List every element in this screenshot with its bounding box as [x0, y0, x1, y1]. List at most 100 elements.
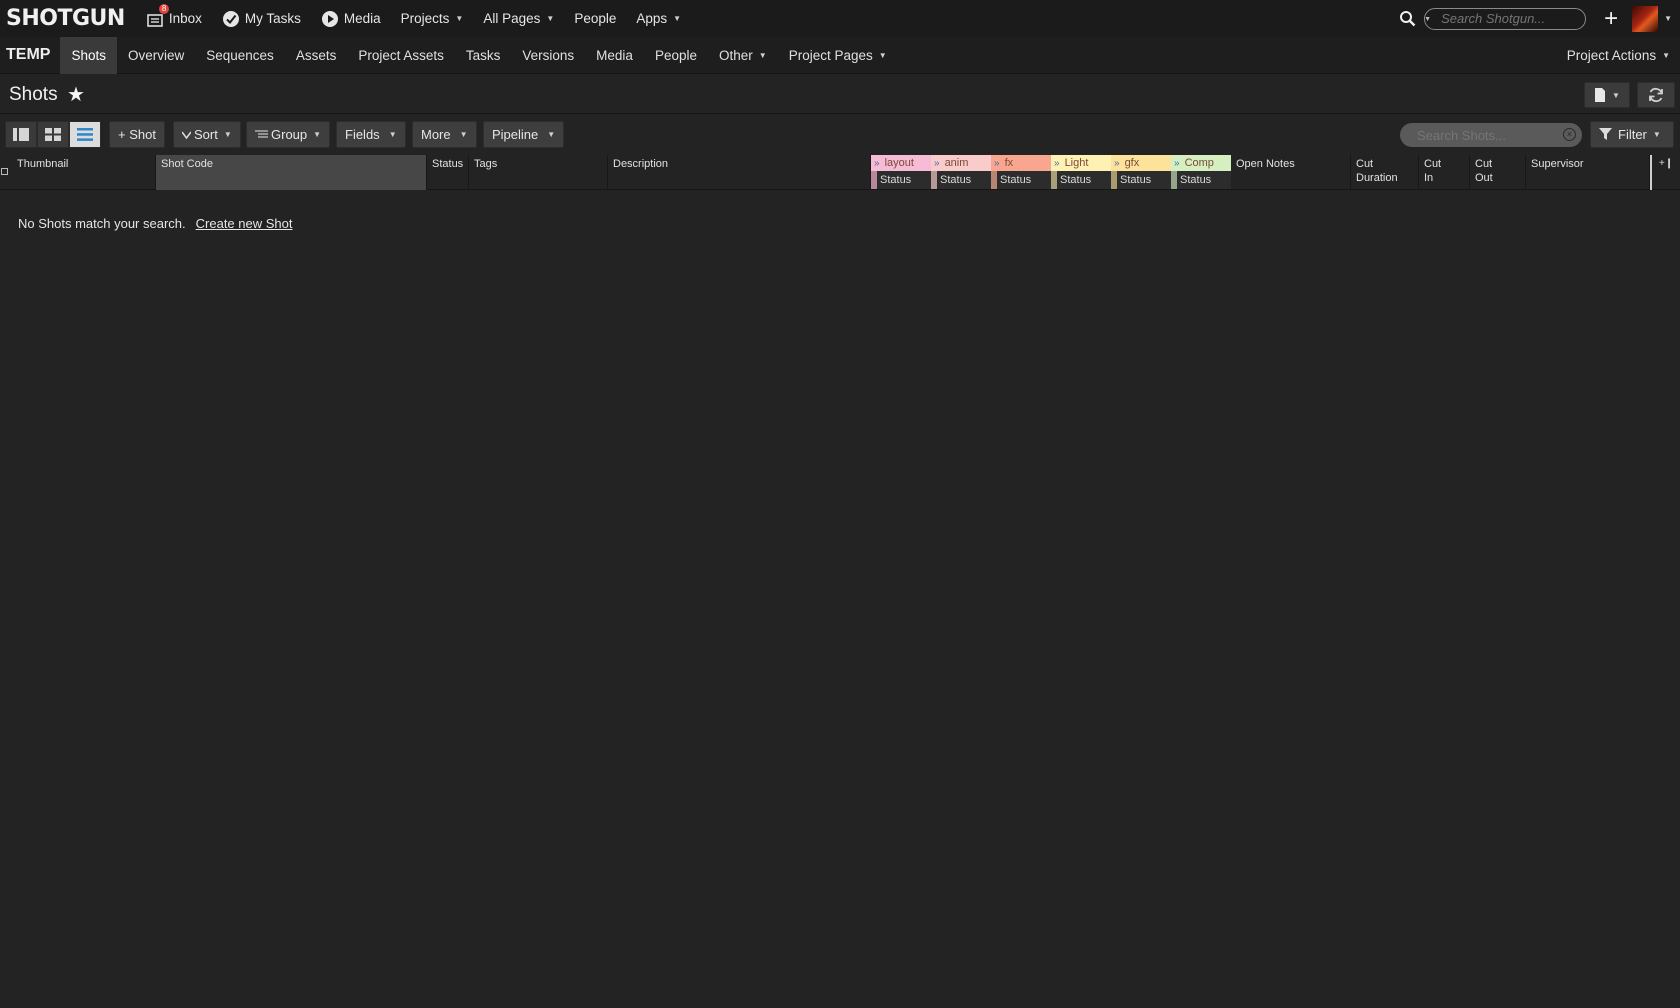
nav-people[interactable]: People [574, 11, 616, 26]
column-supervisor[interactable]: Supervisor [1526, 155, 1650, 190]
pipeline-step-fx[interactable]: » fx Status [991, 155, 1051, 190]
sort-icon [182, 130, 191, 140]
expand-chevron-icon[interactable]: » [874, 156, 880, 171]
expand-chevron-icon[interactable]: » [1054, 156, 1060, 171]
detail-view-button[interactable] [5, 121, 37, 148]
pipeline-step-layout[interactable]: » layout Status [871, 155, 931, 190]
add-shot-label: + Shot [118, 127, 156, 142]
pipeline-step-anim[interactable]: » anim Status [931, 155, 991, 190]
expand-chevron-icon[interactable]: » [1174, 156, 1180, 171]
favorite-star-icon[interactable]: ★ [67, 82, 85, 107]
shotgun-logo[interactable]: SHOTGUN [6, 6, 125, 31]
search-icon[interactable] [1399, 10, 1416, 27]
thumbnail-view-button[interactable] [37, 121, 69, 148]
tab-other[interactable]: Other ▼ [708, 37, 778, 74]
pipeline-button[interactable]: Pipeline ▼ [483, 121, 565, 148]
tab-shots[interactable]: Shots [60, 36, 117, 74]
fields-button[interactable]: Fields ▼ [336, 121, 406, 148]
step-fx-status: Status [991, 171, 1051, 189]
column-open-notes[interactable]: Open Notes [1231, 155, 1351, 190]
step-anim-label: anim [944, 156, 969, 169]
column-description[interactable]: Description [608, 155, 871, 190]
caret-down-icon: ▼ [1652, 130, 1661, 139]
project-actions-menu[interactable]: Project Actions ▼ [1567, 37, 1670, 74]
column-resize-handle[interactable] [1650, 155, 1652, 190]
tab-project-pages[interactable]: Project Pages ▼ [778, 37, 898, 74]
pipeline-step-light[interactable]: » Light Status [1051, 155, 1111, 190]
global-nav-right: ▼ + ▼ [1399, 0, 1680, 37]
more-label: More [421, 127, 451, 142]
search-shots-input[interactable] [1400, 123, 1582, 147]
page-title: Shots [9, 84, 58, 105]
filter-label: Filter [1618, 127, 1647, 142]
refresh-button[interactable] [1637, 82, 1675, 108]
view-mode-switcher [5, 121, 101, 148]
column-cut-out-line1: Cut [1475, 158, 1493, 170]
tab-overview[interactable]: Overview [117, 37, 195, 74]
add-shot-button[interactable]: + Shot [109, 121, 165, 148]
select-all-checkbox[interactable] [1, 168, 8, 175]
group-button[interactable]: Group ▼ [246, 121, 331, 148]
global-search-input[interactable] [1424, 7, 1587, 30]
detail-view-icon [13, 128, 29, 141]
nav-projects[interactable]: Projects ▼ [401, 11, 464, 26]
column-cut-duration-line1: Cut [1356, 158, 1374, 170]
more-button[interactable]: More ▼ [412, 121, 477, 148]
pipeline-step-comp[interactable]: » Comp Status [1171, 155, 1231, 190]
column-status[interactable]: Status [427, 155, 469, 190]
pipeline-step-gfx[interactable]: » gfx Status [1111, 155, 1171, 190]
tab-media-label: Media [596, 47, 633, 63]
nav-media[interactable]: Media [321, 10, 381, 28]
pipeline-label: Pipeline [492, 127, 539, 142]
project-name[interactable]: TEMP [6, 46, 50, 64]
column-cut-in-line2: In [1424, 172, 1434, 184]
fields-label: Fields [345, 127, 380, 142]
step-layout-header: » layout [871, 155, 931, 171]
step-light-label: Light [1064, 156, 1089, 169]
column-shot-code[interactable]: Shot Code [156, 155, 427, 190]
step-anim-status: Status [931, 171, 991, 189]
nav-inbox-label: Inbox [168, 11, 202, 26]
inbox-badge: 8 [158, 4, 170, 14]
tab-media[interactable]: Media [585, 37, 644, 74]
caret-down-icon: ▼ [455, 14, 464, 23]
column-cut-duration[interactable]: Cut Duration [1351, 155, 1419, 190]
nav-projects-label: Projects [400, 11, 450, 26]
list-view-button[interactable] [69, 121, 101, 148]
group-icon [255, 129, 268, 140]
add-icon[interactable]: + [1604, 6, 1618, 31]
tab-sequences[interactable]: Sequences [195, 37, 285, 74]
tab-versions[interactable]: Versions [511, 37, 585, 74]
nav-apps[interactable]: Apps ▼ [636, 11, 681, 26]
nav-inbox[interactable]: 8 Inbox [147, 4, 202, 27]
tab-people[interactable]: People [644, 37, 708, 74]
tab-tasks[interactable]: Tasks [455, 37, 512, 74]
column-cut-out[interactable]: Cut Out [1470, 155, 1526, 190]
column-tags[interactable]: Tags [469, 155, 608, 190]
sort-button[interactable]: Sort ▼ [173, 121, 241, 148]
step-light-header: » Light [1051, 155, 1111, 171]
tab-assets[interactable]: Assets [285, 37, 348, 74]
tab-project-assets[interactable]: Project Assets [347, 37, 455, 74]
avatar[interactable] [1632, 5, 1659, 32]
step-anim-header: » anim [931, 155, 991, 171]
column-thumbnail[interactable]: Thumbnail [12, 155, 156, 190]
caret-down-icon: ▼ [459, 130, 468, 139]
page-menu-button[interactable]: ▼ [1584, 82, 1630, 108]
step-gfx-header: » gfx [1111, 155, 1171, 171]
nav-all-pages[interactable]: All Pages ▼ [483, 11, 554, 26]
nav-my-tasks[interactable]: My Tasks [222, 10, 301, 28]
step-comp-label: Comp [1184, 156, 1214, 169]
clear-search-icon[interactable]: × [1563, 128, 1576, 141]
column-cut-in[interactable]: Cut In [1419, 155, 1470, 190]
expand-chevron-icon[interactable]: » [994, 156, 1000, 171]
expand-chevron-icon[interactable]: » [1114, 156, 1120, 171]
filter-button[interactable]: Filter ▼ [1590, 121, 1674, 148]
caret-down-icon[interactable]: ▼ [1664, 14, 1672, 23]
tab-overview-label: Overview [127, 47, 185, 63]
column-picker-icon[interactable]: +❙ [1659, 158, 1673, 169]
search-scope-caret-icon[interactable]: ▼ [1424, 16, 1431, 23]
tab-people-label: People [654, 47, 697, 63]
create-new-shot-link[interactable]: Create new Shot [196, 216, 293, 231]
expand-chevron-icon[interactable]: » [934, 156, 940, 171]
